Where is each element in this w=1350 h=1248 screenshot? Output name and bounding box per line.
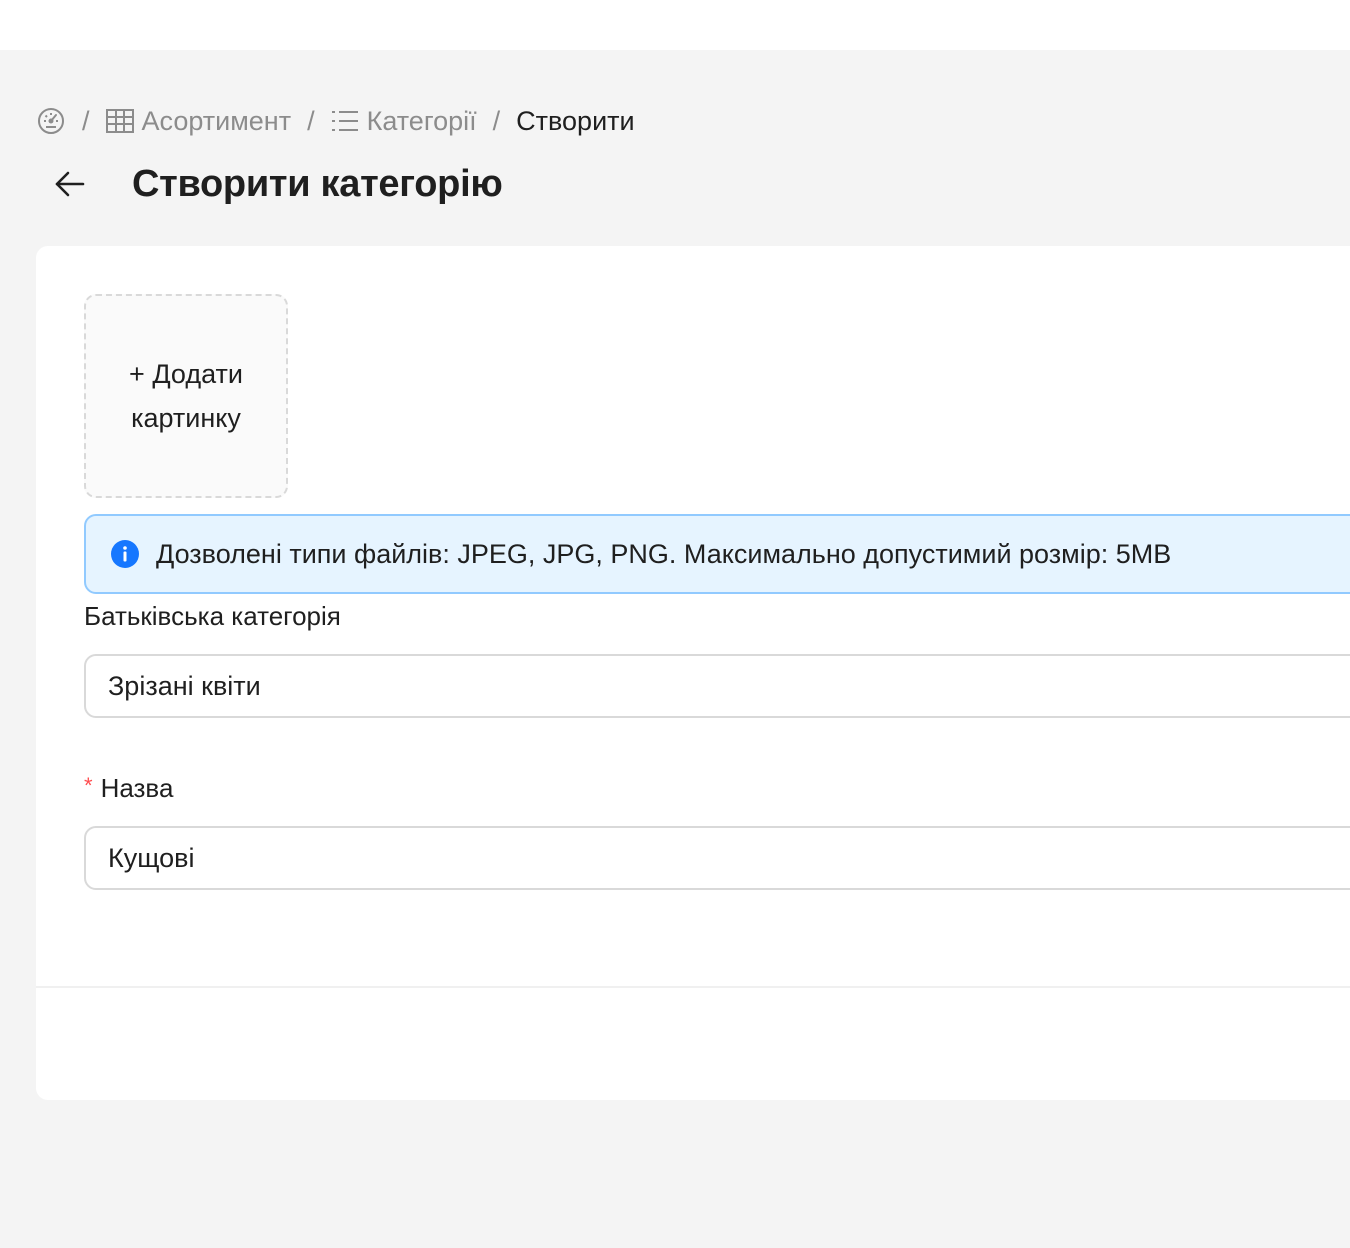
name-value: Кущові	[108, 842, 195, 873]
breadcrumb-label: Створити	[516, 105, 635, 136]
list-icon	[331, 109, 359, 133]
breadcrumb-separator: /	[307, 105, 315, 136]
alert-text: Дозволені типи файлів: JPEG, JPG, PNG. М…	[156, 538, 1172, 569]
parent-category-label-text: Батьківська категорія	[84, 601, 341, 631]
arrow-left-icon	[54, 170, 86, 198]
upload-label-line1: + Додати	[129, 359, 243, 389]
upload-label-line2: картинку	[131, 403, 241, 433]
file-types-alert: Дозволені типи файлів: JPEG, JPG, PNG. М…	[84, 514, 1350, 594]
page-header: Створити категорію	[50, 158, 503, 210]
breadcrumb-item-categories[interactable]: Категорії	[331, 106, 477, 137]
breadcrumb-separator: /	[492, 105, 501, 136]
name-label: * Назва	[84, 773, 173, 804]
image-upload-button[interactable]: + Додати картинку	[84, 294, 288, 498]
breadcrumb: / Асортимент / Категорії / Створити	[36, 104, 635, 138]
top-bar	[0, 0, 1350, 50]
breadcrumb-item-assortment[interactable]: Асортимент	[105, 105, 292, 137]
name-label-text: Назва	[100, 773, 174, 803]
required-mark: *	[84, 773, 93, 798]
breadcrumb-separator: /	[82, 105, 90, 136]
breadcrumb-item-create: Створити	[516, 106, 634, 137]
info-icon	[110, 539, 140, 569]
breadcrumb-label: Асортимент	[141, 105, 292, 136]
footer-divider	[36, 986, 1350, 988]
back-button[interactable]	[50, 164, 90, 204]
parent-category-label: Батьківська категорія	[84, 601, 341, 632]
form-card: + Додати картинку Дозволені типи файлів:…	[36, 246, 1350, 1100]
breadcrumb-label: Категорії	[366, 105, 477, 136]
breadcrumb-home[interactable]	[36, 106, 66, 136]
name-input[interactable]: Кущові	[84, 826, 1350, 890]
page-title: Створити категорію	[132, 162, 503, 205]
dashboard-icon	[36, 106, 66, 136]
table-icon	[105, 108, 134, 134]
parent-category-select[interactable]: Зрізані квіти	[84, 654, 1350, 718]
parent-category-value: Зрізані квіти	[108, 670, 261, 701]
